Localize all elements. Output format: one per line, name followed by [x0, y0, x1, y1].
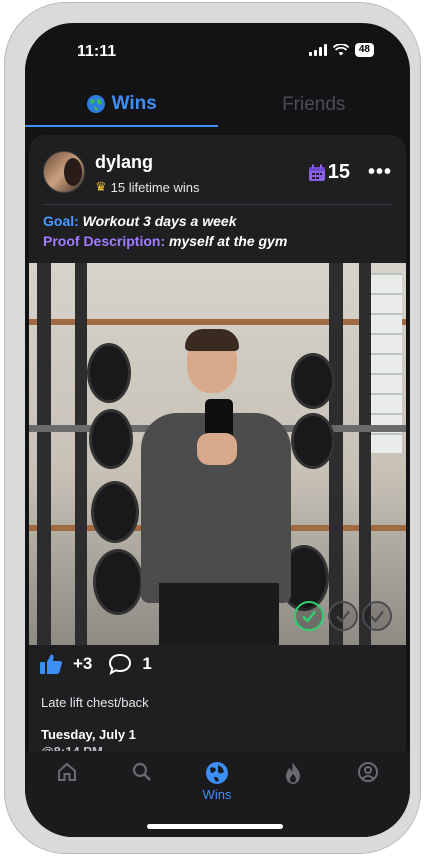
weight-plate [291, 353, 335, 409]
tab-friends-label: Friends [282, 94, 346, 115]
rack-left-inner [75, 263, 87, 645]
weight-plate [291, 413, 335, 469]
post-card: dylang ♛ 15 lifetime wins 15 ••• Goal: W… [29, 135, 406, 775]
crown-icon: ♛ [95, 179, 107, 194]
screen: 11:11 48 Wins Friends dylang ♛ 15 lifeti… [25, 23, 410, 837]
nav-home[interactable] [42, 761, 92, 783]
tab-wins[interactable]: Wins [25, 83, 218, 127]
status-icons: 48 [308, 43, 374, 57]
check-pending-icon[interactable] [328, 601, 358, 631]
calendar-icon [308, 164, 325, 181]
calendar-streak[interactable]: 15 [308, 161, 350, 184]
comment-icon[interactable] [108, 653, 132, 675]
check-approved-icon[interactable] [294, 601, 324, 631]
username[interactable]: dylang [95, 152, 153, 173]
weight-plate [91, 481, 139, 543]
tab-friends[interactable]: Friends [218, 83, 411, 127]
signal-icon [308, 44, 327, 56]
nav-profile[interactable] [343, 761, 393, 783]
top-tabs: Wins Friends [25, 83, 410, 127]
goal-text: Workout 3 days a week [82, 213, 237, 229]
more-options-icon[interactable]: ••• [368, 161, 392, 184]
search-icon [132, 762, 151, 781]
divider [43, 204, 392, 205]
proof-photo[interactable] [29, 263, 406, 645]
person-hair [185, 329, 239, 351]
globe-icon [206, 762, 228, 784]
nav-wins[interactable]: Wins [192, 761, 242, 802]
avatar[interactable] [43, 151, 85, 193]
proof-line: Proof Description: myself at the gym [43, 233, 287, 249]
wifi-icon [332, 44, 349, 56]
like-count: +3 [73, 654, 93, 673]
battery-icon: 48 [354, 43, 374, 57]
person-pants [159, 583, 279, 645]
weight-plate [87, 343, 131, 403]
weight-plate [93, 549, 143, 615]
post-date: Tuesday, July 1 [41, 727, 136, 742]
bottom-nav: Wins [25, 751, 410, 837]
proof-label: Proof Description: [43, 233, 166, 249]
phone-frame: 11:11 48 Wins Friends dylang ♛ 15 lifeti… [4, 2, 421, 854]
profile-icon [358, 762, 378, 782]
rack-left [37, 263, 51, 645]
post-caption: Late lift chest/back [41, 695, 149, 710]
goal-line: Goal: Workout 3 days a week [43, 213, 236, 229]
verification-checks [294, 601, 392, 631]
proof-text: myself at the gym [169, 233, 288, 249]
goal-label: Goal: [43, 213, 79, 229]
lifetime-wins-label: 15 lifetime wins [110, 179, 200, 195]
check-pending-icon[interactable] [362, 601, 392, 631]
rack-right-inner [359, 263, 371, 645]
comment-count: 1 [142, 654, 152, 673]
home-indicator [147, 824, 283, 829]
reactions-row: +3 1 [39, 653, 152, 675]
nav-wins-label: Wins [202, 787, 232, 802]
status-time: 11:11 [77, 43, 117, 60]
thumbs-up-icon[interactable] [39, 653, 63, 675]
calendar-count: 15 [327, 161, 350, 183]
tab-wins-label: Wins [111, 93, 157, 114]
home-icon [58, 762, 76, 781]
fire-icon [286, 762, 300, 784]
hand [197, 433, 237, 465]
globe-icon [86, 95, 105, 113]
nav-fire[interactable] [268, 761, 318, 785]
lifetime-wins: ♛ 15 lifetime wins [95, 179, 200, 195]
nav-search[interactable] [117, 761, 167, 783]
weight-plate [89, 409, 133, 469]
